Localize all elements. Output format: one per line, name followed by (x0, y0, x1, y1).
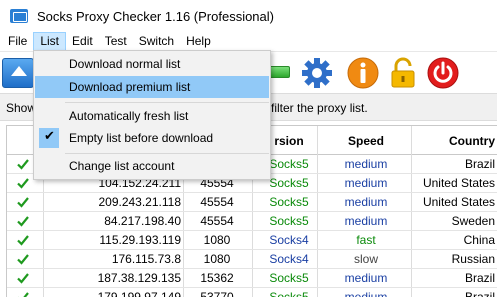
cell-speed: medium (344, 271, 388, 285)
power-icon[interactable] (426, 56, 460, 90)
cell-country: United States (422, 176, 495, 190)
cell-version: Socks4 (269, 252, 309, 266)
menu-separator (65, 102, 269, 103)
menu-list[interactable]: List (33, 32, 67, 51)
col-header-country[interactable]: Country (405, 134, 495, 148)
table-row[interactable]: 187.38.129.135 15362 Socks5 medium Brazil (7, 269, 497, 288)
cell-port: 45554 (200, 214, 234, 228)
green-status-icon[interactable] (268, 66, 290, 78)
cell-country: Sweden (451, 214, 495, 228)
cell-country: China (463, 233, 495, 247)
cell-port: 1080 (203, 233, 231, 247)
cell-ip: 115.29.193.119 (99, 233, 181, 247)
table-row[interactable]: 84.217.198.40 45554 Socks5 medium Sweden (7, 212, 497, 231)
cell-ip: 84.217.198.40 (104, 214, 181, 228)
table-row[interactable]: 115.29.193.119 1080 Socks4 fast China (7, 231, 497, 250)
lock-icon[interactable] (386, 56, 420, 90)
cell-ip: 187.38.129.135 (97, 271, 181, 285)
cell-country: Brazil (464, 271, 495, 285)
app-icon (10, 9, 28, 23)
table-row[interactable]: 179.199.97.149 53770 Socks5 medium Brazil (7, 288, 497, 297)
check-icon (17, 197, 29, 208)
cell-speed: fast (356, 233, 376, 247)
cell-country: United States (422, 195, 495, 209)
filter-show-label: Show (6, 101, 37, 115)
check-icon (17, 254, 29, 265)
list-menu-dropdown: Download normal list Download premium li… (33, 50, 271, 180)
cell-version: Socks5 (269, 290, 309, 297)
cell-version: Socks5 (269, 271, 309, 285)
cell-ip: 179.199.97.149 (97, 290, 181, 297)
cell-country: Brazil (464, 157, 495, 171)
menu-file[interactable]: File (0, 32, 33, 51)
cell-speed: medium (344, 290, 388, 297)
table-row[interactable]: 209.243.21.118 45554 Socks5 medium United St… (7, 193, 497, 212)
menu-bar: File List Edit Test Switch Help (0, 32, 497, 51)
cell-ip: 176.115.73.8 (111, 252, 181, 266)
upload-icon[interactable] (2, 58, 34, 88)
cell-port: 15362 (200, 271, 234, 285)
gear-icon[interactable] (300, 56, 334, 90)
check-icon (17, 273, 29, 284)
check-icon (18, 292, 29, 297)
info-icon[interactable] (346, 56, 380, 90)
check-icon (17, 159, 29, 170)
check-icon (17, 216, 29, 227)
cell-speed: medium (344, 214, 388, 228)
cell-port: 45554 (200, 195, 234, 209)
table-row[interactable]: 176.115.73.8 1080 Socks4 slow Russian (7, 250, 497, 269)
menu-test[interactable]: Test (99, 32, 133, 51)
filter-hint-text: filter the proxy list. (271, 101, 368, 115)
col-header-speed[interactable]: Speed (321, 134, 411, 148)
menu-item-empty-list-row[interactable]: ✔ Empty list before download (35, 127, 269, 149)
check-icon (17, 178, 29, 189)
cell-speed: slow (353, 252, 378, 266)
cell-version: Socks4 (269, 233, 309, 247)
check-icon (17, 235, 29, 246)
cell-speed: medium (344, 195, 388, 209)
menu-separator (65, 153, 269, 154)
title-bar: Socks Proxy Checker 1.16 (Professional) (0, 0, 497, 32)
cell-version: Socks5 (269, 195, 309, 209)
menu-item-download-premium-list[interactable]: Download premium list (35, 76, 269, 98)
cell-port: 1080 (203, 252, 231, 266)
cell-country: Russian (451, 252, 495, 266)
cell-speed: medium (344, 157, 388, 171)
menu-help[interactable]: Help (180, 32, 217, 51)
menu-edit[interactable]: Edit (66, 32, 99, 51)
cell-country: Brazil (464, 290, 495, 297)
window-title: Socks Proxy Checker 1.16 (Professional) (37, 8, 274, 24)
menu-item-empty-list-before-download[interactable]: Empty list before download (35, 127, 269, 149)
menu-item-automatically-fresh-list[interactable]: Automatically fresh list (35, 105, 269, 127)
cell-port: 53770 (200, 290, 234, 297)
cell-version: Socks5 (269, 214, 309, 228)
menu-item-download-normal-list[interactable]: Download normal list (35, 53, 269, 75)
cell-speed: medium (344, 176, 388, 190)
cell-ip: 209.243.21.118 (98, 195, 181, 209)
menu-switch[interactable]: Switch (133, 32, 180, 51)
menu-item-change-list-account[interactable]: Change list account (35, 155, 269, 177)
